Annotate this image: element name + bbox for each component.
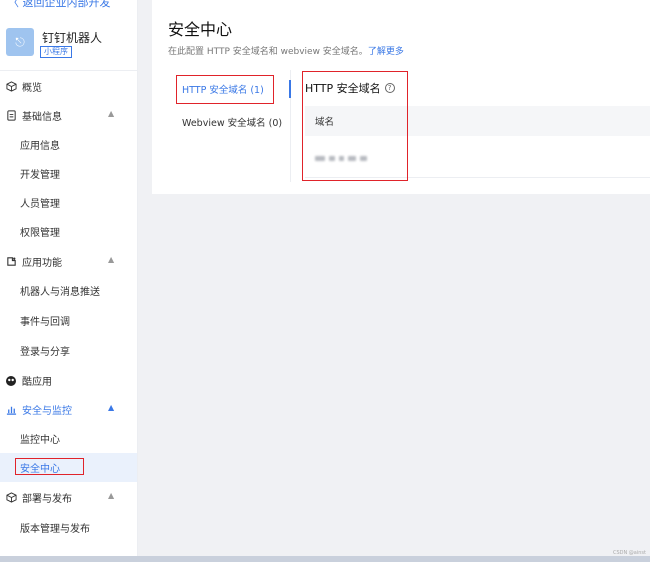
sidebar-item-label: 开发管理 [20, 170, 60, 181]
sidebar-item-label: 监控中心 [20, 435, 60, 446]
sidebar-item-label: 应用功能 [22, 258, 62, 269]
app-name: 钉钉机器人 [42, 31, 103, 45]
sidebar-group-app-features[interactable]: 应用功能 ▲ [0, 247, 137, 276]
sidebar-item-label: 基础信息 [22, 112, 62, 123]
cool-app-icon [5, 375, 17, 387]
sidebar-item-events-callbacks[interactable]: 事件与回调 [0, 306, 137, 335]
blurred-domain-cell [315, 156, 367, 161]
sidebar-item-label: 机器人与消息推送 [20, 287, 100, 298]
bottom-scrollbar[interactable] [0, 556, 650, 562]
sidebar-item-label: 登录与分享 [20, 347, 70, 358]
chevron-up-icon: ▲ [108, 109, 115, 118]
puzzle-icon [5, 256, 17, 268]
sidebar-item-cool-app[interactable]: 酷应用 [0, 366, 137, 395]
sidebar-item-label: 部署与发布 [22, 494, 72, 505]
sidebar-group-security-monitoring[interactable]: 安全与监控 ▲ [0, 395, 137, 424]
sidebar-item-security-center[interactable]: 安全中心 [0, 453, 137, 482]
sidebar-item-label: 版本管理与发布 [20, 524, 90, 535]
sidebar-divider [0, 70, 137, 71]
table-header: 域名 [305, 106, 650, 136]
learn-more-link[interactable]: 了解更多 [368, 47, 404, 57]
chevron-up-icon: ▲ [108, 403, 115, 412]
sidebar-item-monitoring-center[interactable]: 监控中心 [0, 424, 137, 453]
chevron-up-icon: ▲ [108, 255, 115, 264]
chevron-up-icon: ▲ [108, 491, 115, 500]
sidebar-item-app-info[interactable]: 应用信息 [0, 130, 137, 159]
app-card: ⎋ 钉钉机器人 小程序 [6, 26, 132, 64]
page-description-text: 在此配置 HTTP 安全域名和 webview 安全域名。 [168, 47, 368, 57]
tab-active-indicator [289, 80, 291, 98]
sidebar-item-label: 酷应用 [22, 377, 52, 388]
sidebar-item-label: 概览 [22, 83, 42, 94]
section-title: HTTP 安全域名 ? [305, 80, 395, 96]
column-header-domain: 域名 [315, 117, 335, 128]
sidebar-item-permission-management[interactable]: 权限管理 [0, 217, 137, 246]
tab-webview-domains[interactable]: Webview 安全域名 (0) [182, 115, 282, 129]
tab-http-domains[interactable]: HTTP 安全域名 (1) [182, 82, 264, 96]
cube-icon [5, 492, 17, 504]
sidebar-item-member-management[interactable]: 人员管理 [0, 188, 137, 217]
sidebar-item-label: 安全与监控 [22, 406, 72, 417]
back-link[interactable]: 〈 返回企业内部开发 [8, 0, 111, 10]
sidebar-group-deploy-publish[interactable]: 部署与发布 ▲ [0, 483, 137, 512]
app-logo: ⎋ [6, 28, 34, 56]
sidebar-item-label: 安全中心 [20, 464, 60, 475]
sidebar: 〈 返回企业内部开发 ⎋ 钉钉机器人 小程序 概览 基础信息 ▲ 应用信息 开发… [0, 0, 138, 556]
cube-icon [5, 81, 17, 93]
page-title: 安全中心 [168, 20, 233, 39]
help-icon[interactable]: ? [384, 83, 395, 93]
app-type-badge: 小程序 [40, 46, 72, 58]
sidebar-item-label: 人员管理 [20, 199, 60, 210]
sidebar-item-label: 权限管理 [20, 228, 60, 239]
sidebar-group-basic-info[interactable]: 基础信息 ▲ [0, 101, 137, 130]
sidebar-item-login-share[interactable]: 登录与分享 [0, 336, 137, 365]
sidebar-item-bot-push[interactable]: 机器人与消息推送 [0, 276, 137, 305]
sidebar-item-label: 应用信息 [20, 141, 60, 152]
page-description: 在此配置 HTTP 安全域名和 webview 安全域名。了解更多 [168, 44, 404, 57]
sidebar-item-dev-management[interactable]: 开发管理 [0, 159, 137, 188]
section-title-text: HTTP 安全域名 [305, 82, 381, 95]
table-row [305, 140, 650, 178]
sidebar-item-version-release[interactable]: 版本管理与发布 [0, 513, 137, 542]
sidebar-item-label: 事件与回调 [20, 317, 70, 328]
sidebar-item-overview[interactable]: 概览 [0, 72, 137, 101]
bar-chart-icon [5, 404, 17, 416]
doc-icon [5, 110, 17, 122]
